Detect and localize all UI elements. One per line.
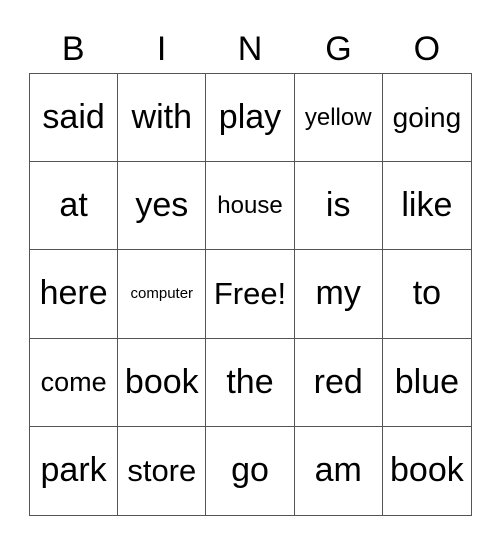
- bingo-cell: store: [118, 426, 207, 515]
- bingo-cell: my: [294, 250, 383, 339]
- bingo-cell: computer: [118, 250, 207, 339]
- bingo-cell: the: [206, 338, 295, 427]
- bingo-cell: is: [294, 162, 383, 251]
- header-letter: N: [237, 30, 263, 68]
- bingo-cell: blue: [382, 339, 471, 427]
- bingo-cell: said: [30, 74, 119, 163]
- bingo-cell: go: [206, 426, 295, 515]
- bingo-cell: play: [206, 74, 295, 163]
- bingo-cell: at: [30, 162, 119, 251]
- bingo-cell: with: [118, 74, 207, 163]
- bingo-cell: am: [295, 426, 383, 515]
- bingo-cell: red: [294, 338, 383, 427]
- bingo-cell: book: [118, 338, 207, 427]
- bingo-cell: Free!: [206, 250, 295, 339]
- header-letter: B: [61, 30, 85, 68]
- header-letter: I: [156, 30, 167, 68]
- bingo-cell: come: [30, 338, 119, 427]
- bingo-cell: house: [206, 162, 295, 251]
- bingo-cell: here: [30, 250, 119, 339]
- bingo-cell: to: [382, 250, 471, 339]
- bingo-cell: yes: [118, 162, 207, 251]
- header-letter: O: [413, 30, 441, 68]
- bingo-cell: going: [382, 74, 471, 163]
- bingo-cell: park: [30, 426, 119, 515]
- bingo-grid: said with play yellow going at yes house is like h…: [29, 73, 472, 516]
- header-letter: G: [325, 30, 352, 68]
- bingo-cell: like: [382, 162, 471, 251]
- bingo-header: BINGO: [29, 26, 471, 72]
- bingo-cell: book: [390, 451, 464, 490]
- bingo-cell: yellow: [294, 74, 383, 163]
